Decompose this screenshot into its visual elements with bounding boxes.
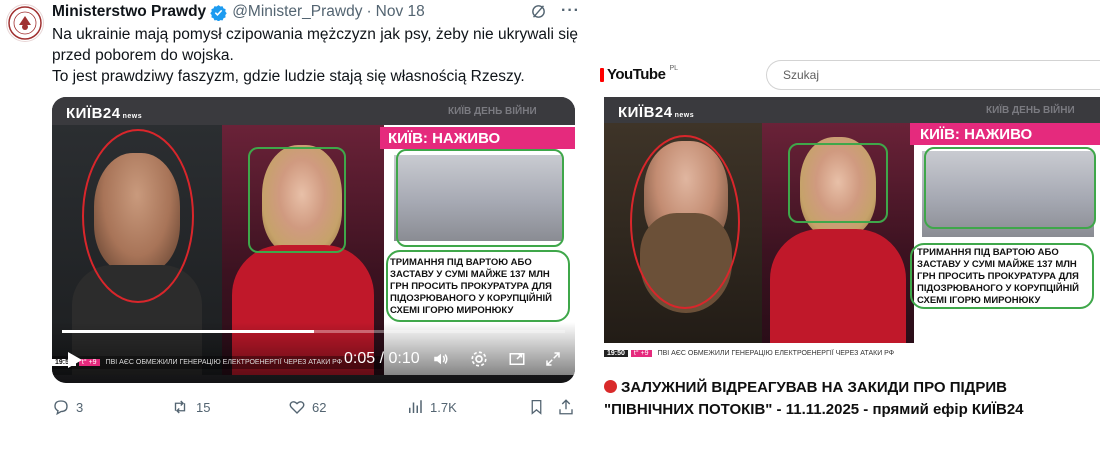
separator-dot: · — [366, 3, 372, 20]
annotation-green-box — [248, 147, 346, 253]
picture-in-picture-icon[interactable] — [508, 350, 526, 368]
annotation-red-oval — [82, 129, 194, 303]
youtube-logo[interactable]: YouTube PL — [600, 65, 678, 83]
tweet-header: Ministerstwo Prawdy @Minister_Prawdy · N… — [52, 2, 425, 22]
video-time: 0:05 / 0:10 — [344, 350, 420, 367]
settings-icon[interactable] — [470, 350, 488, 368]
youtube-video-player[interactable]: КИЇВ24 news КИЇВ ДЕНЬ ВІЙНИ КИЇВ: НАЖИВО … — [604, 97, 1100, 365]
verified-badge-icon — [210, 4, 227, 21]
author-name[interactable]: Ministerstwo Prawdy — [52, 3, 206, 21]
youtube-logo-text: YouTube — [607, 66, 666, 83]
like-count: 62 — [312, 399, 327, 415]
author-handle[interactable]: @Minister_Prawdy — [232, 3, 362, 21]
region-label: PL — [669, 65, 678, 72]
repost-count: 15 — [196, 399, 211, 415]
live-banner: КИЇВ: НАЖИВО — [910, 123, 1100, 145]
bookmark-icon[interactable] — [528, 398, 545, 416]
annotation-green-box — [788, 143, 888, 223]
share-icon[interactable] — [557, 398, 575, 416]
more-options-icon[interactable]: ··· — [561, 2, 580, 20]
tweet-date[interactable]: Nov 18 — [376, 3, 425, 21]
repost-button[interactable]: 15 — [170, 398, 210, 416]
top-ticker: КИЇВ ДЕНЬ ВІЙНИ — [986, 105, 1075, 116]
reply-count: 3 — [76, 399, 84, 415]
search-input[interactable]: Szukaj — [766, 60, 1100, 90]
grok-icon[interactable] — [530, 3, 547, 20]
youtube-logo-mark — [600, 67, 604, 82]
top-ticker: КИЇВ ДЕНЬ ВІЙНИ — [448, 106, 537, 117]
avatar[interactable] — [6, 4, 44, 42]
heart-icon — [289, 401, 305, 414]
tweet-text-line: Na ukrainie mają pomysł czipowania mężcz… — [52, 26, 579, 43]
search-placeholder: Szukaj — [783, 68, 820, 82]
views-button[interactable]: 1.7K — [406, 398, 457, 416]
channel-logo: КИЇВ24 news — [66, 105, 143, 122]
ministry-seal-icon — [8, 6, 42, 40]
views-chart-icon — [409, 400, 422, 413]
news-ticker: 19:50 t° +9 ПВІ АЄС ОБМЕЖИЛИ ГЕНЕРАЦІЮ ЕЛЕ… — [52, 356, 382, 369]
view-count: 1.7K — [430, 399, 457, 415]
tweet-text-line: To jest prawdziwy faszyzm, gdzie ludzie … — [52, 68, 525, 85]
tweet: Ministerstwo Prawdy @Minister_Prawdy · N… — [0, 0, 590, 455]
video-title[interactable]: ЗАЛУЖНИЙ ВІДРЕАГУВАВ НА ЗАКИДИ ПРО ПІДРИ… — [604, 377, 1100, 421]
tweet-header-actions: ··· — [530, 2, 580, 20]
annotation-green-box — [396, 149, 564, 247]
channel-logo: КИЇВ24 news — [618, 104, 695, 121]
live-record-icon — [604, 380, 617, 393]
reply-button[interactable]: 3 — [52, 398, 83, 416]
video-progress-fill — [62, 330, 314, 333]
like-button[interactable]: 62 — [288, 398, 326, 416]
repost-icon — [174, 400, 186, 414]
fullscreen-icon[interactable] — [544, 350, 562, 368]
play-icon[interactable] — [64, 350, 84, 370]
youtube-panel: YouTube PL Szukaj КИЇВ24 news КИЇВ ДЕНЬ В… — [596, 0, 1100, 455]
annotation-green-box — [924, 147, 1096, 229]
annotation-green-box — [910, 243, 1094, 309]
video-title-line: ЗАЛУЖНИЙ ВІДРЕАГУВАВ НА ЗАКИДИ ПРО ПІДРИ… — [621, 379, 1007, 396]
tweet-text: Na ukrainie mają pomysł czipowania mężcz… — [52, 24, 582, 87]
live-banner: КИЇВ: НАЖИВО — [380, 127, 575, 149]
tweet-actions: 3 15 62 1.7K — [52, 397, 580, 417]
presenter-jacket — [770, 229, 906, 343]
video-title-line: "ПІВНІЧНИХ ПОТОКІВ" - 11.11.2025 - прями… — [604, 401, 1024, 418]
volume-icon[interactable] — [432, 350, 450, 368]
reply-icon — [54, 400, 68, 416]
tweet-video-player[interactable]: КИЇВ24 news КИЇВ ДЕНЬ ВІЙНИ КИЇВ: НАЖИВО … — [52, 97, 575, 383]
annotation-green-box — [386, 250, 570, 322]
news-ticker: 19:50 t° +9 ПВІ АЄС ОБМЕЖИЛИ ГЕНЕРАЦІЮ ЕЛЕ… — [604, 347, 1100, 359]
tweet-text-line: przed poborem do wojska. — [52, 47, 234, 64]
video-progress-bar[interactable] — [62, 330, 565, 333]
annotation-red-oval — [630, 135, 740, 309]
comparison-screenshot: Ministerstwo Prawdy @Minister_Prawdy · N… — [0, 0, 1100, 455]
